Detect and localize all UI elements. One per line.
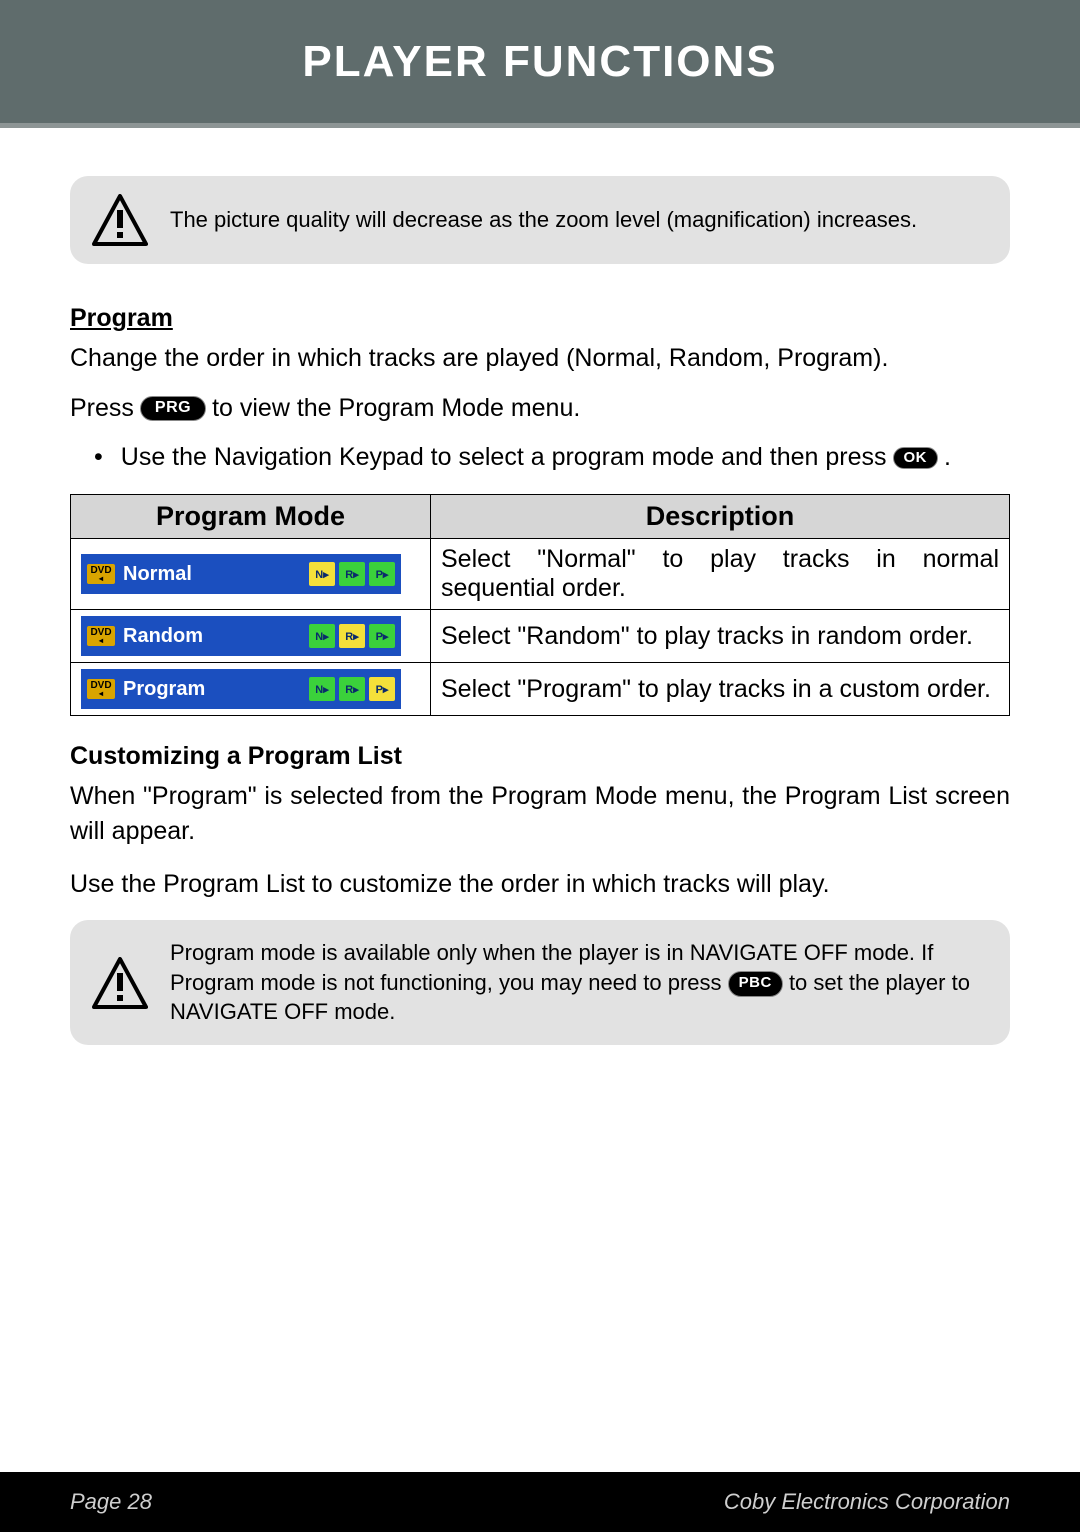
program-intro: Change the order in which tracks are pla… [70, 341, 1010, 376]
prg-button-icon: PRG [140, 396, 206, 421]
nav-keypad-bullet: • Use the Navigation Keypad to select a … [94, 443, 1010, 472]
mode-badge: DVD◂ Random N▸R▸P▸ [81, 616, 401, 656]
mode-chips: N▸R▸P▸ [309, 562, 395, 586]
page-title: Player Functions [302, 37, 777, 87]
mode-badge: DVD◂ Program N▸R▸P▸ [81, 669, 401, 709]
callout-zoom-warning: The picture quality will decrease as the… [70, 176, 1010, 264]
mode-desc: Select "Random" to play tracks in random… [431, 610, 1010, 663]
chip-p: P▸ [369, 562, 395, 586]
ok-button-icon: OK [893, 447, 939, 469]
customize-p1: When "Program" is selected from the Prog… [70, 779, 1010, 849]
dvd-icon: DVD◂ [87, 626, 115, 646]
table-row: DVD◂ Program N▸R▸P▸ Select "Program" to pla… [71, 663, 1010, 716]
manual-page: Player Functions The picture quality wil… [0, 0, 1080, 1532]
chip-r: R▸ [339, 624, 365, 648]
page-footer: Page 28 Coby Electronics Corporation [0, 1472, 1080, 1532]
callout-text: Program mode is available only when the … [170, 938, 980, 1027]
chip-r: R▸ [339, 562, 365, 586]
mode-label: Random [123, 625, 301, 648]
chip-p: P▸ [369, 624, 395, 648]
bullet-after: . [944, 443, 951, 472]
table-row: DVD◂ Random N▸R▸P▸ Select "Random" to play … [71, 610, 1010, 663]
section-heading-program: Program [70, 304, 1010, 333]
footer-page: Page 28 [70, 1489, 152, 1515]
mode-chips: N▸R▸P▸ [309, 624, 395, 648]
customize-p2: Use the Program List to customize the or… [70, 867, 1010, 902]
chip-n: N▸ [309, 562, 335, 586]
bullet-before: Use the Navigation Keypad to select a pr… [121, 443, 887, 472]
program-mode-table: Program Mode Description DVD◂NormalN▸R▸P… [70, 494, 1010, 716]
chip-r: R▸ [339, 677, 365, 701]
press-after: to view the Program Mode menu. [212, 394, 580, 423]
mode-desc: Select "Program" to play tracks in a cus… [431, 663, 1010, 716]
press-prg-line: Press PRG to view the Program Mode menu. [70, 394, 1010, 423]
mode-cell: DVD◂ Normal N▸R▸P▸ [71, 539, 431, 610]
dvd-icon: DVD◂ [87, 564, 115, 584]
chip-p: P▸ [369, 677, 395, 701]
page-header: Player Functions [0, 0, 1080, 128]
press-before: Press [70, 394, 134, 423]
table-header-mode: Program Mode [71, 495, 431, 539]
callout-text: The picture quality will decrease as the… [170, 205, 917, 235]
mode-cell: DVD◂ Random N▸R▸P▸ [71, 610, 431, 663]
mode-cell: DVD◂ Program N▸R▸P▸ [71, 663, 431, 716]
mode-badge: DVD◂ Normal N▸R▸P▸ [81, 554, 401, 594]
warning-icon [92, 194, 148, 246]
table-row: DVD◂ Normal N▸R▸P▸ Select "Normal" to play … [71, 539, 1010, 610]
mode-label: Program [123, 678, 301, 701]
mode-label: Normal [123, 563, 301, 586]
page-content: The picture quality will decrease as the… [0, 128, 1080, 1472]
pbc-button-icon: PBC [728, 971, 783, 996]
footer-company: Coby Electronics Corporation [724, 1489, 1010, 1515]
bullet-icon: • [94, 443, 103, 472]
mode-chips: N▸R▸P▸ [309, 677, 395, 701]
section-heading-customize: Customizing a Program List [70, 742, 1010, 771]
mode-desc: Select "Normal" to play tracks in normal… [431, 539, 1010, 610]
table-header-desc: Description [431, 495, 1010, 539]
callout-navigate-off: Program mode is available only when the … [70, 920, 1010, 1045]
chip-n: N▸ [309, 677, 335, 701]
dvd-icon: DVD◂ [87, 679, 115, 699]
chip-n: N▸ [309, 624, 335, 648]
warning-icon [92, 957, 148, 1009]
